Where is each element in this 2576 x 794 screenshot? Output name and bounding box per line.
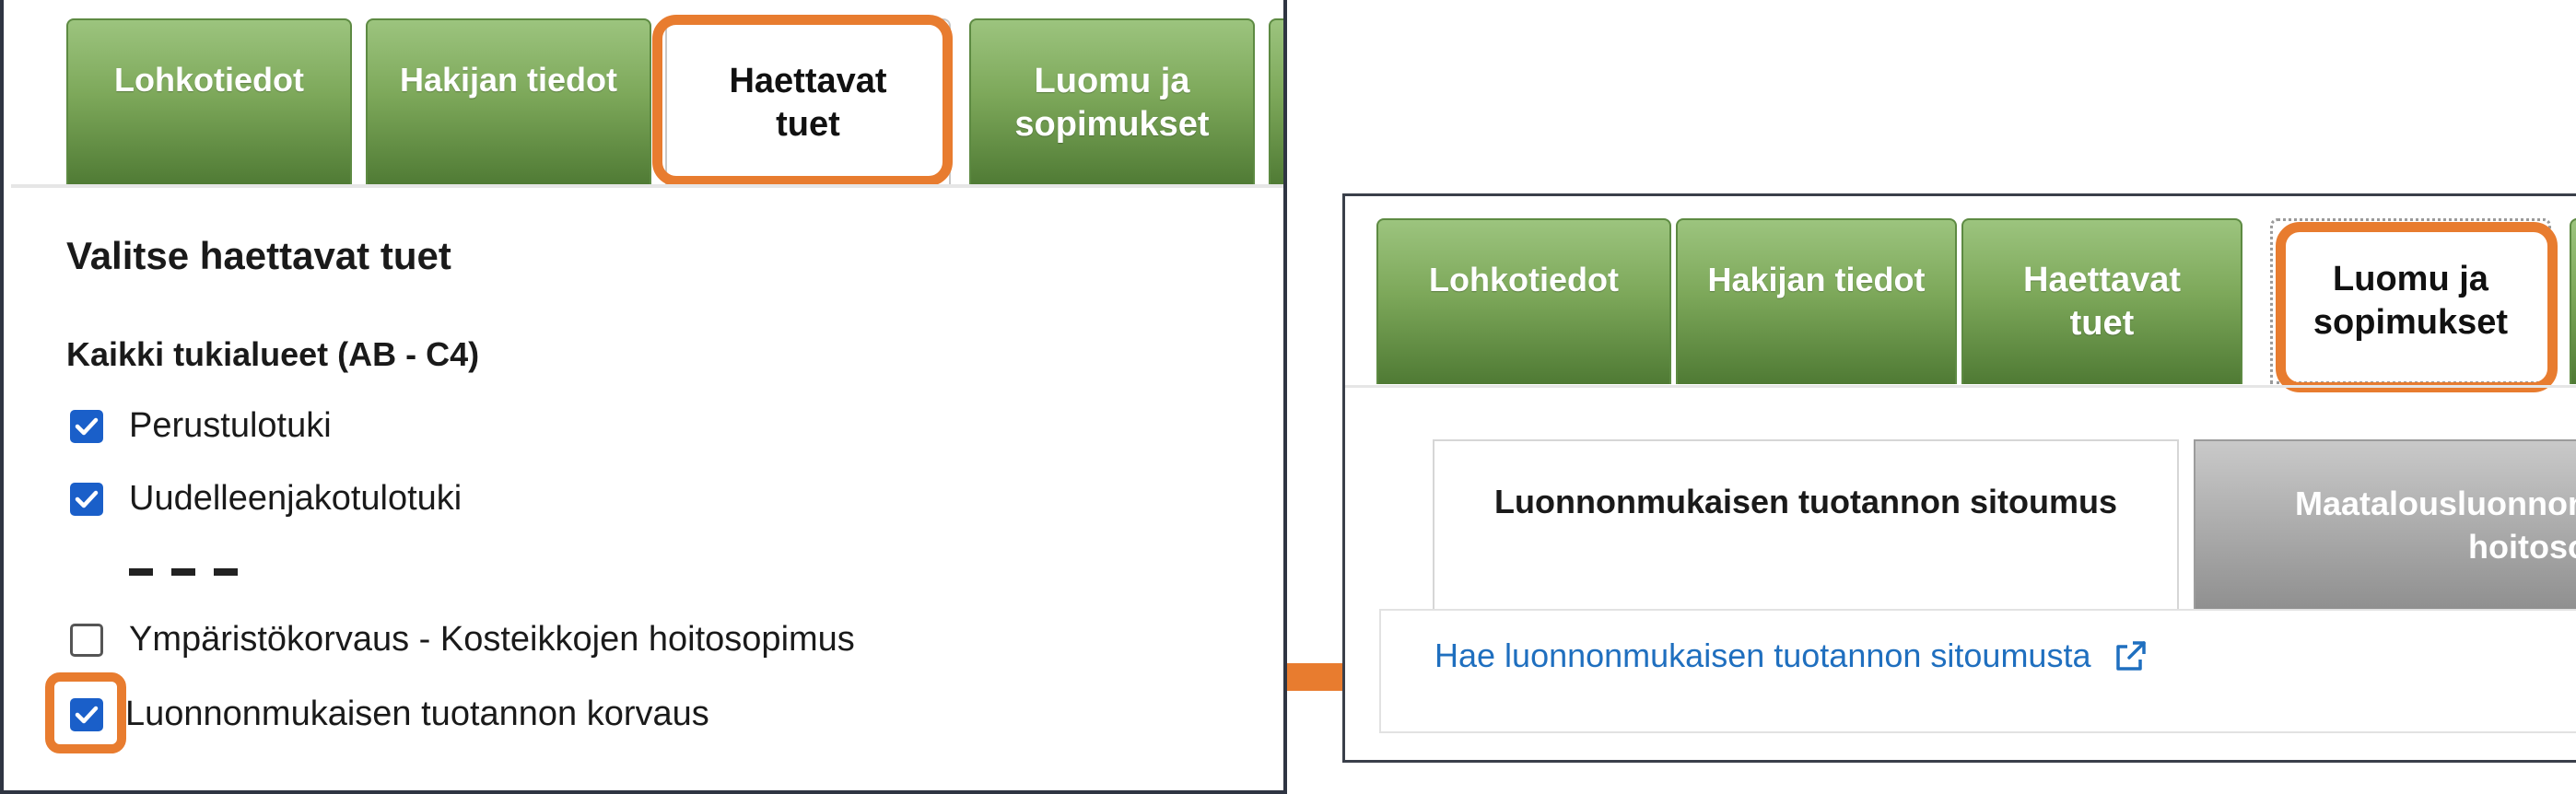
tab-underline — [1345, 385, 2576, 388]
section-subheading: Kaikki tukialueet (AB - C4) — [66, 335, 480, 373]
checkmark-icon — [75, 706, 99, 723]
ellipsis-dash — [214, 568, 238, 576]
checkbox-row-uudelleenjakotulotuki[interactable]: Uudelleenjakotulotuki — [70, 479, 462, 519]
sitoumus-link[interactable]: Hae luonnonmukaisen tuotannon sitoumusta — [1434, 636, 2149, 675]
right-screenshot-panel: Lohkotiedot Hakijan tiedot Haettavat tue… — [1342, 193, 2576, 763]
checkbox-ymparistokorvaus[interactable] — [70, 623, 103, 657]
tab-luomu-ja-sopimukset[interactable]: Luomu ja sopimukset — [969, 18, 1255, 186]
tab-lohkotiedot[interactable]: Lohkotiedot — [66, 18, 352, 186]
tab-haettavat-tuet[interactable]: Haettavat tuet — [1961, 218, 2242, 384]
checkbox-row-ymparistokorvaus[interactable]: Ympäristökorvaus - Kosteikkojen hoitosop… — [70, 620, 855, 660]
checkbox-row-luonnonmukainen[interactable]: Luonnonmukaisen tuotannon korvaus — [70, 695, 709, 734]
tab-next-partial[interactable] — [2570, 218, 2576, 384]
checkmark-icon — [75, 490, 99, 508]
subtab-content-box: Hae luonnonmukaisen tuotannon sitoumusta — [1379, 609, 2576, 733]
subtab-maatalousluonnon-hoitosopimus[interactable]: Maatalousluonnon hoitoso — [2194, 439, 2576, 611]
checkmark-icon — [75, 417, 99, 435]
tab-underline — [11, 184, 1283, 188]
tab-haettavat-tuet[interactable]: Haettavat tuet — [665, 18, 951, 186]
checkbox-label: Ympäristökorvaus - Kosteikkojen hoitosop… — [129, 620, 855, 659]
tab-next-partial[interactable] — [1269, 18, 1283, 186]
checkbox-label: Luonnonmukaisen tuotannon korvaus — [125, 695, 709, 733]
ellipsis-dash — [171, 568, 195, 576]
tab-lohkotiedot[interactable]: Lohkotiedot — [1376, 218, 1671, 384]
checkbox-uudelleenjakotulotuki[interactable] — [70, 482, 103, 516]
checkbox-label: Uudelleenjakotulotuki — [129, 479, 463, 518]
tab-hakijan-tiedot[interactable]: Hakijan tiedot — [1676, 218, 1957, 384]
checkbox-row-perustulotuki[interactable]: Perustulotuki — [70, 406, 332, 446]
tab-hakijan-tiedot[interactable]: Hakijan tiedot — [366, 18, 651, 186]
subtab-luonnonmukainen-sitoumus[interactable]: Luonnonmukaisen tuotannon sitoumus — [1433, 439, 2179, 611]
sitoumus-link-text[interactable]: Hae luonnonmukaisen tuotannon sitoumusta — [1434, 636, 2090, 675]
checkbox-label: Perustulotuki — [129, 406, 332, 445]
external-link-icon[interactable] — [2113, 637, 2149, 674]
ellipsis-dash — [129, 568, 153, 576]
tab-luomu-ja-sopimukset[interactable]: Luomu ja sopimukset — [2270, 218, 2551, 384]
checkbox-perustulotuki[interactable] — [70, 409, 103, 443]
left-screenshot-panel: Lohkotiedot Hakijan tiedot Haettavat tue… — [0, 0, 1287, 794]
checkbox-luonnonmukainen[interactable] — [70, 697, 103, 731]
page-heading: Valitse haettavat tuet — [66, 234, 451, 277]
